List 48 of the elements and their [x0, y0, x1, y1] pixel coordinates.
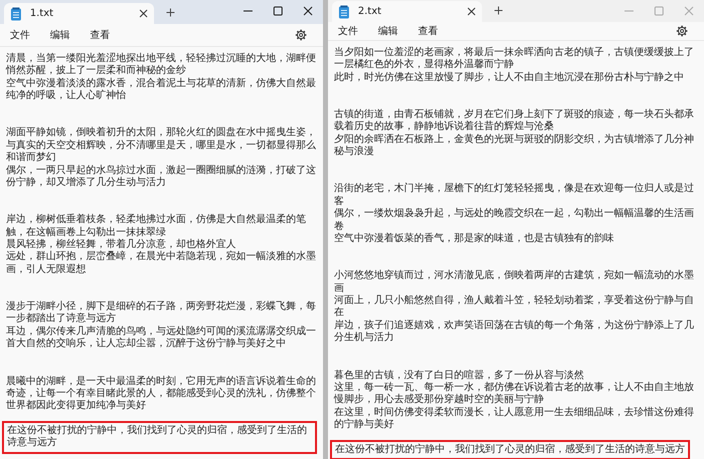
- new-tab-button[interactable]: [492, 4, 505, 17]
- text-line: 古镇的街道，由青石板铺就，岁月在它们身上刻下了斑驳的痕迹，每一块石头都承载着历史的故事，静静地诉说着往昔的辉煌与沧桑: [334, 109, 695, 134]
- text-line: 湖面平静如镜，倒映着初升的太阳，那轮火红的圆盘在水中摇曳生姿，与真实的天空交相辉映，分不清哪里是天，哪里是水，一切都显得那么和谐而梦幻: [6, 127, 317, 164]
- text-line: 偶尔，一两只早起的水鸟掠过水面，激起一圈圈细腻的涟漪，打破了这份宁静，却又增添了几分生动与活力: [6, 164, 317, 190]
- text-line: 岸边，孩子们追逐嬉戏，欢声笑语回荡在古镇的每一个角落，为这份宁静添上了几分生机与活力: [334, 320, 695, 345]
- menu-item[interactable]: 文件: [4, 26, 36, 44]
- text-line: 在这份不被打扰的宁静中，我们找到了心灵的归宿，感受到了生活的诗意与远方: [7, 424, 308, 450]
- text-line: 此时，时光仿佛在这里放慢了脚步，让人不由自主地沉浸在那份古朴与宁静之中: [334, 72, 685, 84]
- menu-item[interactable]: 查看: [84, 26, 116, 44]
- text-line: 耳边，偶尔传来几声清脆的鸟鸣，与远处隐约可闻的溪流潺潺交织成一首大自然的交响乐，让人忘却尘嚣，沉醉于这份宁静与美好之中: [6, 326, 317, 351]
- text-line: 夕阳的余晖洒在石板路上，金黄色的光斑与斑驳的阴影交织，为古镇增添了几分神秘与浪漫: [334, 134, 695, 159]
- notepad-icon: [338, 4, 350, 18]
- close-icon: [139, 9, 148, 18]
- plus-icon: [166, 8, 175, 17]
- settings-icon: [676, 25, 688, 37]
- file-tab[interactable]: 2.txt: [332, 1, 482, 22]
- plus-icon: [494, 6, 503, 15]
- menu-item[interactable]: 文件: [332, 22, 364, 40]
- text-line: 晨风轻拂，柳丝轻舞，带着几分凉意，却也格外宜人: [6, 239, 237, 250]
- text-line: 在这里，时间仿佛变得柔软而漫长，让人愿意用一生去细细品味，去珍惜这份难得的宁静与美好: [334, 406, 695, 432]
- text-line: 空气中弥漫着饭菜的香气，那是家的味道，也是古镇独有的韵味: [334, 233, 615, 246]
- text-line: 岸边，柳树低垂着枝条，轻柔地拂过水面，仿佛是大自然最温柔的笔触，在这幅画卷上勾勒出一抹抹翠绿: [6, 214, 307, 238]
- new-tab-button[interactable]: [164, 6, 177, 19]
- text-line: 晨曦中的湖畔，是一天中最温柔的时刻，它用无声的语言诉说着生命的奇迹，让每一个有幸目睹此景的人，都能感受到心灵的洗礼，仿佛整个世界都因此变得更加纯净与美好: [6, 376, 317, 413]
- close-icon: [684, 6, 694, 16]
- text-line: 清晨，当第一缕阳光羞涩地探出地平线，轻轻拂过沉睡的大地，湖畔便悄然苏醒，披上了一层柔和而神秘的金纱: [6, 53, 317, 78]
- text-line: 漫步于湖畔小径，脚下是细碎的石子路，两旁野花烂漫，彩蝶飞舞，每一步都踏出了诗意与远方: [6, 301, 317, 326]
- text-line: 暮色里的古镇，没有了白日的喧嚣，多了一份从容与淡然: [334, 370, 585, 382]
- maximize-icon: [654, 6, 664, 16]
- maximize-icon: [273, 6, 283, 16]
- menu-item[interactable]: 查看: [412, 22, 444, 40]
- menu-item[interactable]: 编辑: [44, 26, 76, 44]
- text-line: 空气中弥漫着淡淡的露水香，混合着泥土与花草的清新，仿佛大自然最纯净的呼吸，让人心旷神怡: [6, 78, 317, 103]
- text-editor[interactable]: [328, 40, 704, 459]
- text-line: 当夕阳如一位羞涩的老画家，将最后一抹余晖洒向古老的镇子，古镇便缓缓披上了一层橘红色的外衣，显得格外温馨而宁静: [334, 47, 695, 72]
- notepad-icon: [10, 6, 22, 20]
- menu-item[interactable]: 编辑: [372, 22, 404, 40]
- text-line: 在这份不被打扰的宁静中，我们找到了心灵的归宿，感受到了生活的诗意与远方: [335, 444, 685, 456]
- settings-icon: [295, 29, 307, 41]
- text-line: 这里，每一砖一瓦、每一桥一水，都仿佛在诉说着古老的故事，让人不由自主地放慢脚步，用心去感受那份穿越时空的美丽与宁静: [334, 382, 695, 406]
- text-line: 小河悠悠地穿镇而过，河水清澈见底，倒映着两岸的古建筑，宛如一幅流动的水墨画: [334, 270, 695, 294]
- close-icon: [303, 6, 313, 16]
- text-line: 河面上，几只小船悠然自得，渔人戴着斗笠，轻轻划动着桨，享受着这份宁静与自在: [334, 295, 695, 320]
- text-line: 远处，群山环抱，层峦叠嶂，在晨光中若隐若现，宛如一幅淡雅的水墨画，引人无限遐想: [6, 251, 317, 276]
- close-icon: [467, 7, 476, 16]
- file-tab[interactable]: 1.txt: [4, 3, 154, 24]
- text-line: 偶尔，一缕炊烟袅袅升起，与远处的晚霞交织在一起，勾勒出一幅幅温馨的生活画卷: [334, 208, 695, 232]
- text-line: 沿街的老宅，木门半掩，屋檐下的红灯笼轻轻摇曳，像是在欢迎每一位归人或是过客: [334, 183, 695, 208]
